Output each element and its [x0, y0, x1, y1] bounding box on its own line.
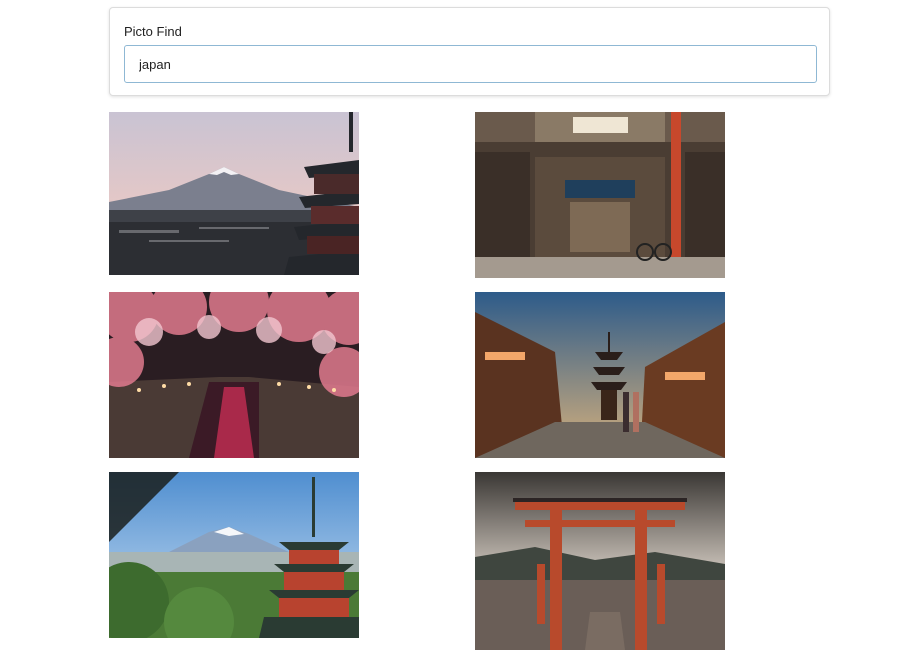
result-image-fuji-pagoda-dusk[interactable]	[109, 112, 359, 275]
result-image-torii-gate-water[interactable]	[475, 472, 725, 650]
app-title: Picto Find	[124, 24, 182, 39]
result-image-kyoto-street-pagoda[interactable]	[475, 292, 725, 458]
result-image-cherry-blossom-canal[interactable]	[109, 292, 359, 458]
result-image-street-shop[interactable]	[475, 112, 725, 278]
search-input[interactable]	[124, 45, 817, 83]
result-image-fuji-pagoda-day[interactable]	[109, 472, 359, 638]
search-card: Picto Find	[109, 7, 830, 96]
